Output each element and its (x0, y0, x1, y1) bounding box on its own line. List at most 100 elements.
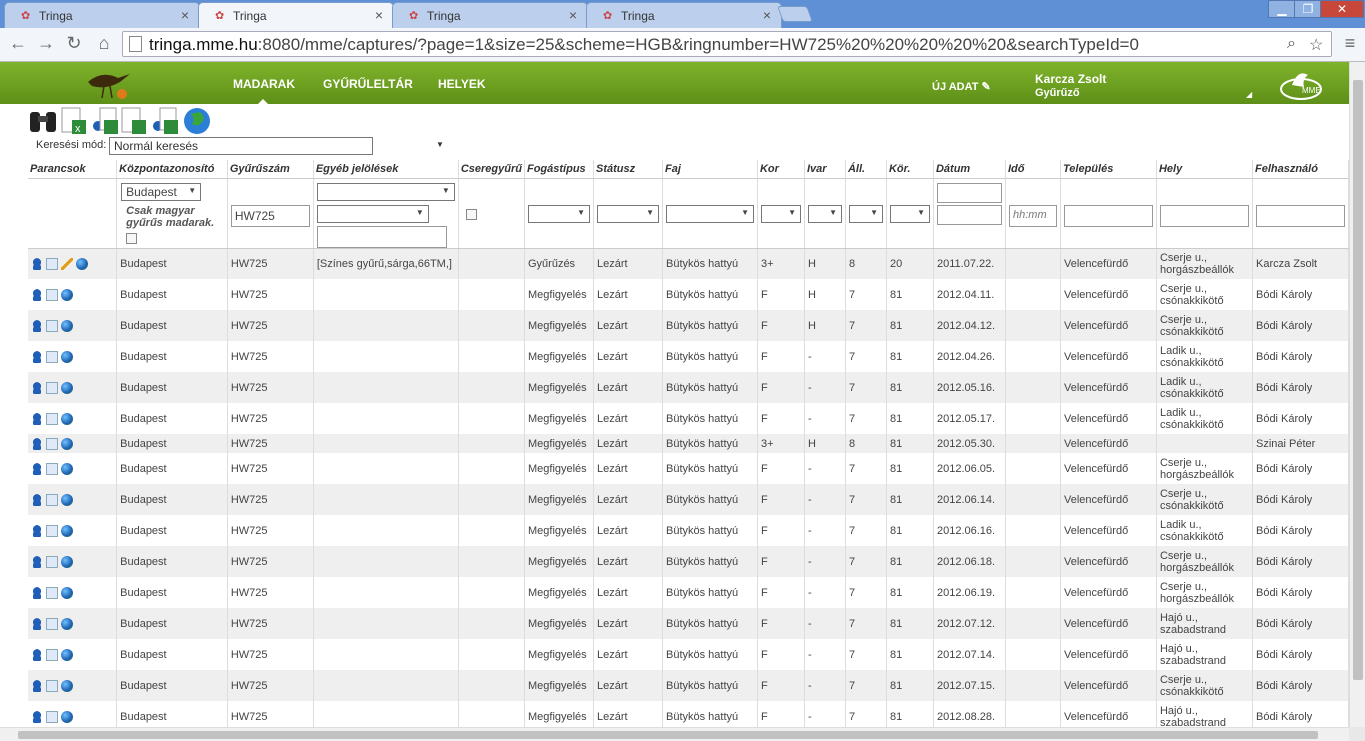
vertical-scrollbar[interactable] (1349, 62, 1365, 727)
new-tab-button[interactable] (777, 6, 813, 22)
age-select[interactable]: ▼ (760, 204, 801, 223)
bird-details-icon[interactable] (31, 257, 43, 270)
record-details-icon[interactable] (46, 350, 58, 363)
close-tab-icon[interactable]: × (181, 7, 189, 23)
other-marks-input[interactable] (316, 225, 447, 247)
column-header[interactable]: Gyűrűszám (227, 160, 314, 179)
browser-tab[interactable]: ✿ Tringa × (392, 2, 588, 28)
column-header[interactable]: Faj (662, 160, 758, 179)
globe-map-icon[interactable] (61, 586, 73, 599)
other-marks-select[interactable]: ▼ (316, 182, 455, 201)
bird-details-icon[interactable] (31, 350, 43, 363)
export-bird-excel-icon[interactable] (90, 106, 120, 136)
catch-type-select[interactable]: ▼ (527, 204, 590, 223)
ring-number-input[interactable]: HW725 (230, 204, 310, 227)
record-details-icon[interactable] (46, 617, 58, 630)
column-header[interactable]: Felhasználó (1252, 160, 1349, 179)
record-details-icon[interactable] (46, 679, 58, 692)
globe-map-icon[interactable] (61, 555, 73, 568)
bird-details-icon[interactable] (31, 617, 43, 630)
date-from-input[interactable] (936, 182, 1002, 203)
circumstance-select[interactable]: ▼ (889, 204, 930, 223)
browser-tab[interactable]: ✿ Tringa × (586, 2, 782, 28)
globe-map-icon[interactable] (61, 350, 73, 363)
globe-map-icon[interactable] (61, 617, 73, 630)
species-select[interactable]: ▼ (665, 204, 754, 223)
column-header[interactable]: Település (1060, 160, 1157, 179)
other-marks-type-select[interactable]: ▼ (316, 204, 429, 223)
globe-map-icon[interactable] (61, 381, 73, 394)
tringa-logo[interactable] (84, 64, 134, 100)
mme-logo[interactable]: MME (1278, 65, 1324, 103)
status-select[interactable]: ▼ (596, 204, 659, 223)
bird-details-icon[interactable] (31, 288, 43, 301)
globe-map-icon[interactable] (61, 493, 73, 506)
record-details-icon[interactable] (46, 257, 58, 270)
state-select[interactable]: ▼ (848, 204, 883, 223)
record-details-icon[interactable] (46, 648, 58, 661)
globe-map-icon[interactable] (61, 462, 73, 475)
home-icon[interactable]: ⌂ (92, 33, 116, 54)
record-details-icon[interactable] (46, 288, 58, 301)
date-to-input[interactable] (936, 204, 1002, 225)
record-details-icon[interactable] (46, 524, 58, 537)
record-details-icon[interactable] (46, 319, 58, 332)
column-header[interactable]: Cseregyűrű (458, 160, 525, 179)
menu-icon[interactable]: ≡ (1338, 33, 1362, 54)
globe-map-icon[interactable] (61, 288, 73, 301)
column-header[interactable]: Kor (757, 160, 805, 179)
export-bird-list-excel-icon[interactable] (150, 106, 180, 136)
record-details-icon[interactable] (46, 555, 58, 568)
globe-map-icon[interactable] (61, 524, 73, 537)
globe-map-icon[interactable] (61, 412, 73, 425)
globe-map-icon[interactable] (61, 437, 73, 450)
bookmark-star-icon[interactable]: ☆ (1309, 35, 1323, 55)
browser-tab-active[interactable]: ✿ Tringa × (198, 2, 394, 28)
bird-details-icon[interactable] (31, 493, 43, 506)
spare-ring-checkbox[interactable] (465, 208, 477, 220)
column-header[interactable]: Ivar (804, 160, 846, 179)
new-data-button[interactable]: ÚJ ADAT ✎ (932, 80, 991, 93)
zoom-icon[interactable]: ⌕ (1287, 35, 1296, 53)
record-details-icon[interactable] (46, 462, 58, 475)
globe-map-icon[interactable] (61, 648, 73, 661)
horizontal-scrollbar[interactable] (0, 727, 1349, 741)
time-input[interactable]: hh:mm (1008, 204, 1057, 227)
center-select[interactable]: Budapest ▼ (121, 182, 202, 201)
bird-details-icon[interactable] (31, 462, 43, 475)
close-tab-icon[interactable]: × (763, 7, 771, 23)
close-tab-icon[interactable]: × (569, 7, 577, 23)
record-details-icon[interactable] (46, 437, 58, 450)
column-header[interactable]: Egyéb jelölések (313, 160, 459, 179)
record-details-icon[interactable] (46, 381, 58, 394)
back-arrow-icon[interactable]: ← (6, 33, 30, 54)
nav-madarak[interactable]: MADARAK (233, 77, 295, 105)
bird-details-icon[interactable] (31, 437, 43, 450)
sex-select[interactable]: ▼ (807, 204, 842, 223)
minimize-button[interactable]: ▁ (1268, 0, 1296, 18)
user-caret-icon[interactable]: ◢ (1246, 90, 1252, 99)
record-details-icon[interactable] (46, 710, 58, 723)
record-details-icon[interactable] (46, 493, 58, 506)
column-header[interactable]: Idő (1005, 160, 1061, 179)
globe-map-icon[interactable] (61, 319, 73, 332)
bird-details-icon[interactable] (31, 555, 43, 568)
scrollbar-thumb[interactable] (18, 731, 1318, 739)
record-details-icon[interactable] (46, 586, 58, 599)
forward-arrow-icon[interactable]: → (34, 33, 58, 54)
scrollbar-thumb[interactable] (1353, 80, 1363, 680)
column-header[interactable]: Fogástípus (524, 160, 594, 179)
bird-details-icon[interactable] (31, 679, 43, 692)
place-input[interactable] (1159, 204, 1249, 227)
column-header[interactable]: Kör. (886, 160, 934, 179)
nav-helyek[interactable]: HELYEK (438, 77, 486, 91)
export-excel-icon[interactable]: x (60, 106, 90, 136)
nav-gyuruleltar[interactable]: GYŰRŰLELTÁR (323, 77, 413, 91)
user-menu[interactable]: Karcza Zsolt Gyűrűző (1035, 72, 1106, 100)
bird-details-icon[interactable] (31, 586, 43, 599)
column-header[interactable]: Státusz (593, 160, 663, 179)
export-list-excel-icon[interactable] (120, 106, 150, 136)
record-details-icon[interactable] (46, 412, 58, 425)
bird-details-icon[interactable] (31, 412, 43, 425)
close-tab-icon[interactable]: × (375, 7, 383, 23)
